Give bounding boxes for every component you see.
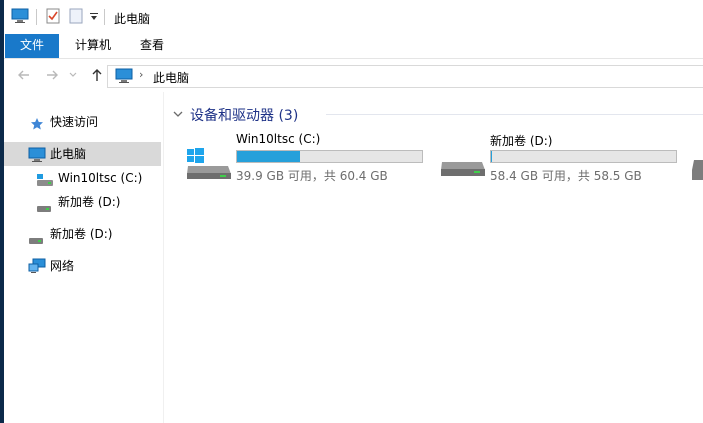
sidebar-item-label: 新加卷 (D:) <box>58 195 121 209</box>
new-folder-icon[interactable] <box>69 8 83 27</box>
tab-computer[interactable]: 计算机 <box>66 34 120 58</box>
up-arrow-icon[interactable] <box>89 67 105 83</box>
drive-usage-bar <box>490 150 677 163</box>
drive-space-text: 58.4 GB 可用，共 58.5 GB <box>490 169 642 183</box>
star-icon <box>30 115 44 139</box>
sidebar-item-drive-d[interactable]: 新加卷 (D:) <box>4 190 163 214</box>
computer-icon[interactable] <box>11 8 29 27</box>
recent-locations-chevron-icon[interactable] <box>68 69 78 85</box>
sidebar-item-network[interactable]: 网络 <box>4 254 163 278</box>
tab-file[interactable]: 文件 <box>5 34 59 58</box>
window-title: 此电脑 <box>114 12 151 26</box>
drive-space-text: 39.9 GB 可用，共 60.4 GB <box>236 169 388 183</box>
sidebar-item-label: 新加卷 (D:) <box>50 227 113 241</box>
drive-name: 新加卷 (D:) <box>490 134 553 148</box>
drive-tile-d[interactable]: 新加卷 (D:) 58.4 GB 可用，共 58.5 GB <box>418 132 677 184</box>
windows-drive-icon <box>186 148 232 183</box>
separator <box>104 9 105 25</box>
network-icon <box>28 258 46 282</box>
drive-icon <box>440 148 486 183</box>
sidebar-item-label: 快速访问 <box>50 115 99 129</box>
sidebar-item-this-pc[interactable]: 此电脑 <box>4 142 161 166</box>
sidebar-item-label: Win10ltsc (C:) <box>58 171 143 185</box>
ribbon-tabs: 文件 计算机 查看 <box>4 34 703 59</box>
quick-access-dropdown-icon[interactable] <box>89 11 99 25</box>
drive-usage-bar <box>236 150 423 163</box>
sidebar-item-label: 此电脑 <box>50 147 87 161</box>
address-bar[interactable]: › 此电脑 <box>107 65 703 88</box>
drive-name: Win10ltsc (C:) <box>236 132 321 146</box>
sidebar-item-volume-d[interactable]: 新加卷 (D:) <box>4 222 163 246</box>
group-title: 设备和驱动器 (3) <box>190 108 299 124</box>
drive-icon <box>28 230 44 254</box>
navigation-pane: 快速访问 此电脑 Win10ltsc (C:) 新加卷 (D:) 新加卷 (D:… <box>4 92 164 423</box>
drive-icon[interactable] <box>692 160 703 183</box>
tab-view[interactable]: 查看 <box>126 34 178 58</box>
computer-icon <box>115 68 133 87</box>
sidebar-item-drive-c[interactable]: Win10ltsc (C:) <box>4 166 163 190</box>
sidebar-item-label: 网络 <box>50 259 75 273</box>
drive-usage-fill <box>237 151 300 162</box>
content-pane: 设备和驱动器 (3) Win10ltsc (C:) 39.9 GB 可用，共 6… <box>164 92 703 423</box>
drive-icon <box>36 198 52 222</box>
drive-tile-c[interactable]: Win10ltsc (C:) 39.9 GB 可用，共 60.4 GB <box>164 132 423 184</box>
sidebar-item-quick-access[interactable]: 快速访问 <box>4 110 163 134</box>
group-divider <box>326 114 703 115</box>
collapse-chevron-icon[interactable] <box>172 108 184 122</box>
breadcrumb-item[interactable]: 此电脑 <box>153 69 189 86</box>
breadcrumb-chevron-icon[interactable]: › <box>139 68 143 81</box>
back-arrow-icon[interactable] <box>16 67 32 83</box>
file-explorer-window: 此电脑 文件 计算机 查看 › 此电脑 快速访问 此电脑 Win10ltsc (… <box>4 0 703 423</box>
title-bar: 此电脑 <box>4 0 703 34</box>
navigation-bar: › 此电脑 <box>4 59 703 92</box>
separator <box>36 9 37 25</box>
properties-icon[interactable] <box>46 8 60 27</box>
forward-arrow-icon[interactable] <box>44 67 60 83</box>
